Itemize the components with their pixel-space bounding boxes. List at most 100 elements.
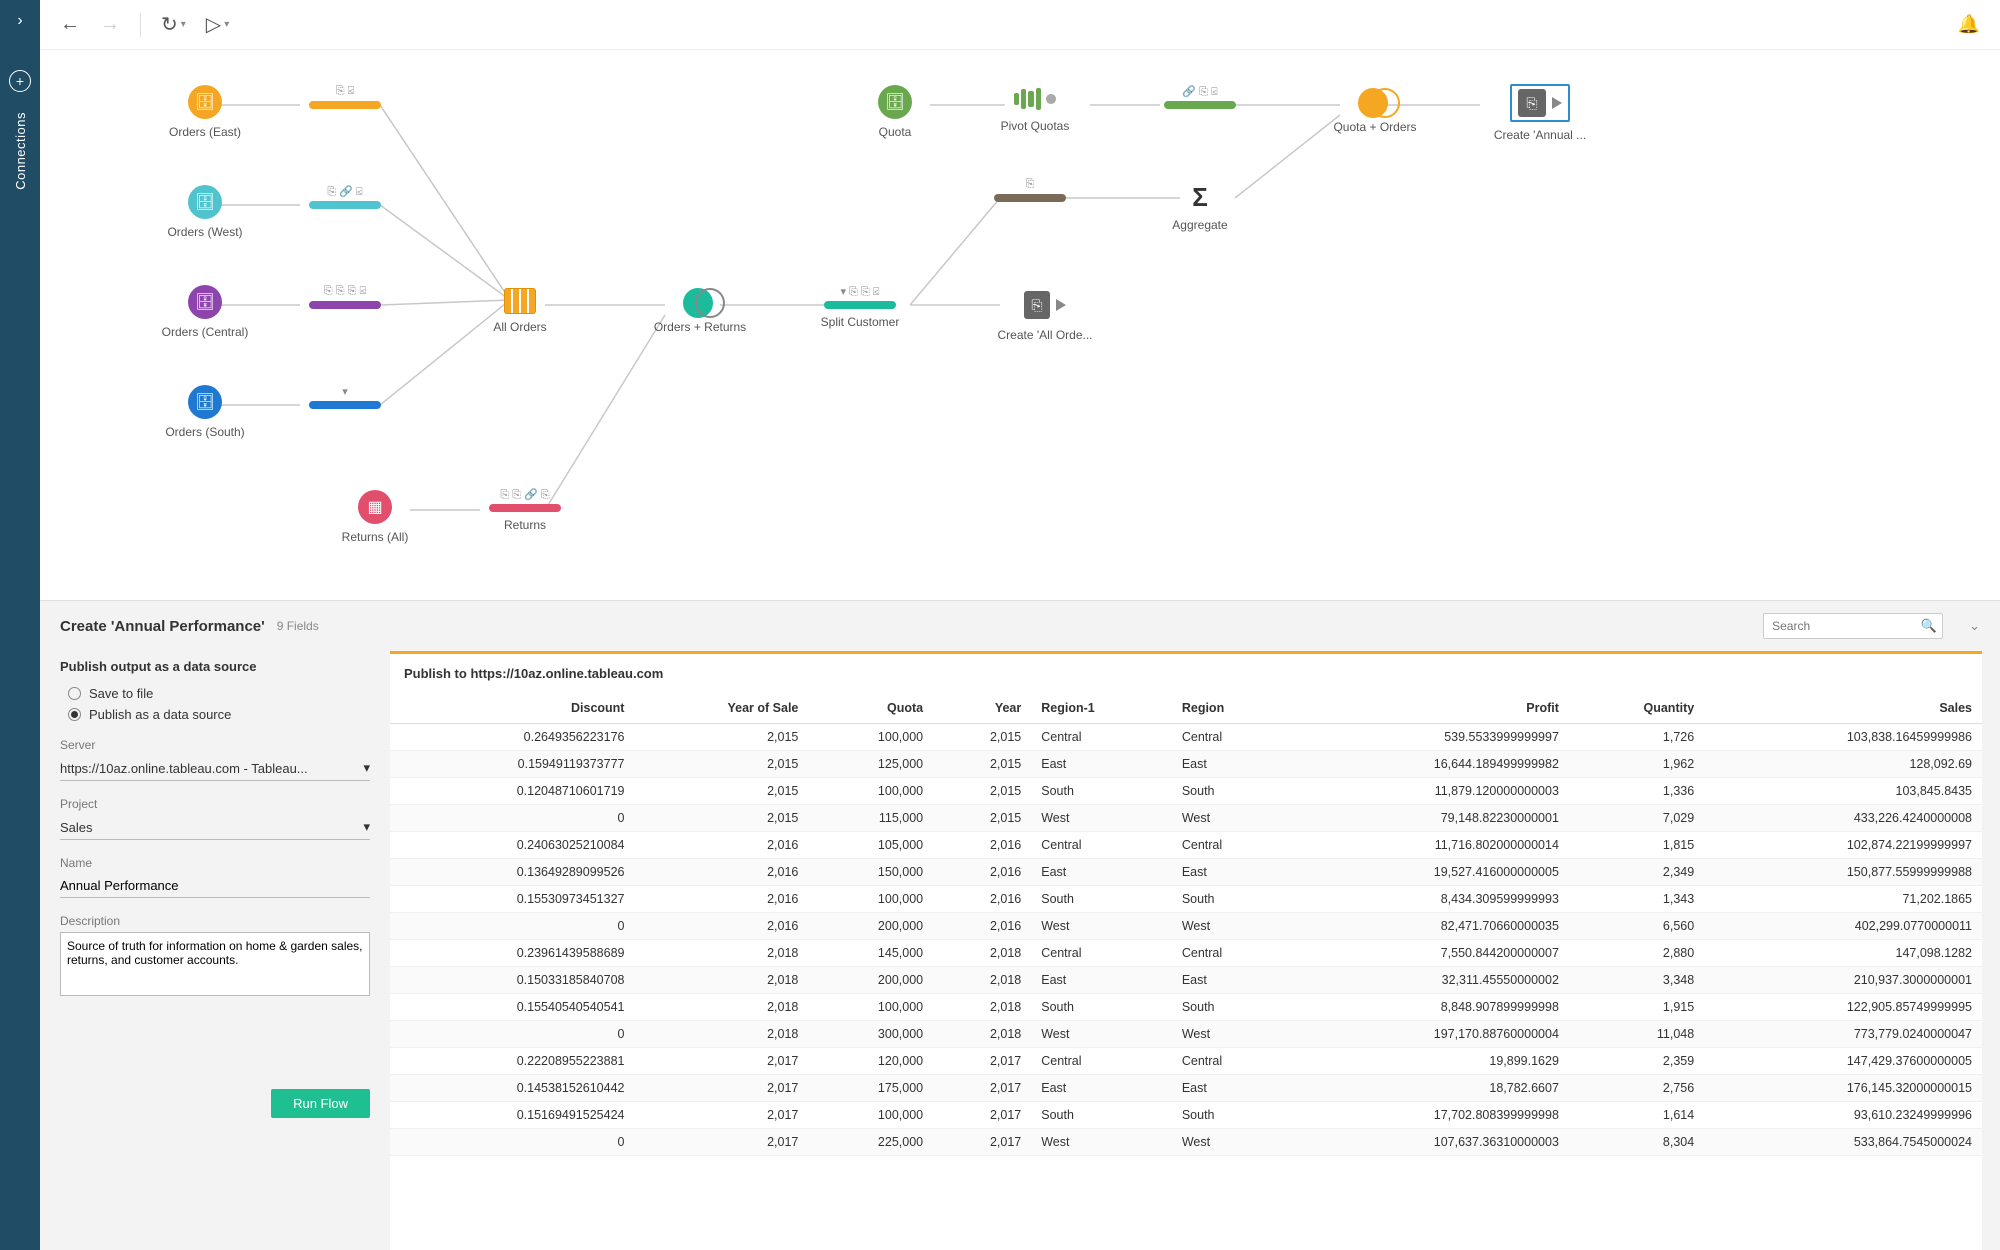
run-button[interactable]: ▷▾ bbox=[206, 12, 229, 37]
rail-label: Connections bbox=[13, 112, 28, 190]
db-icon: 🗄 bbox=[188, 85, 222, 119]
desc-label: Description bbox=[60, 914, 370, 928]
table-row[interactable]: 0.240630252100842,016105,0002,016Central… bbox=[390, 832, 1982, 859]
table-row[interactable]: 0.120487106017192,015100,0002,015SouthSo… bbox=[390, 778, 1982, 805]
node-orders-returns[interactable]: Orders + Returns bbox=[635, 288, 765, 334]
left-rail: › + Connections bbox=[0, 0, 40, 1250]
step-bar bbox=[489, 504, 561, 512]
forward-button: → bbox=[100, 13, 120, 36]
preview-table: Publish to https://10az.online.tableau.c… bbox=[390, 651, 1982, 1250]
step-orders-south[interactable]: ▾ bbox=[285, 385, 405, 415]
union-icon bbox=[504, 288, 536, 314]
grid-icon: ▦ bbox=[358, 490, 392, 524]
db-icon: 🗄 bbox=[878, 85, 912, 119]
step-bar bbox=[1164, 101, 1236, 109]
separator bbox=[140, 13, 141, 37]
col-discount[interactable]: Discount bbox=[390, 693, 634, 724]
flow-canvas[interactable]: 🗄 Orders (East) 🗄 Orders (West) 🗄 Orders… bbox=[40, 50, 2000, 600]
table-row[interactable]: 02,016200,0002,016WestWest82,471.7066000… bbox=[390, 913, 1982, 940]
col-region[interactable]: Region bbox=[1172, 693, 1291, 724]
step-orders-east[interactable]: ⎘ ⍃ bbox=[285, 85, 405, 115]
table-row[interactable]: 0.150331858407082,018200,0002,018EastEas… bbox=[390, 967, 1982, 994]
table-row[interactable]: 0.155405405405412,018100,0002,018SouthSo… bbox=[390, 994, 1982, 1021]
expand-rail-icon[interactable]: › bbox=[17, 12, 22, 30]
panel-title: Create 'Annual Performance' bbox=[60, 618, 265, 635]
step-orders-west[interactable]: ⎘ 🔗 ⍃ bbox=[285, 185, 405, 215]
project-label: Project bbox=[60, 797, 370, 811]
node-quota-orders[interactable]: Quota + Orders bbox=[1310, 88, 1440, 134]
col-sales[interactable]: Sales bbox=[1704, 693, 1982, 724]
node-aggregate[interactable]: Σ Aggregate bbox=[1145, 182, 1255, 232]
server-select[interactable]: https://10az.online.tableau.com - Tablea… bbox=[60, 756, 370, 781]
table-row[interactable]: 0.151694915254242,017100,0002,017SouthSo… bbox=[390, 1102, 1982, 1129]
node-returns-all[interactable]: ▦ Returns (All) bbox=[310, 490, 440, 544]
node-create-all-orders[interactable]: ⎘ Create 'All Orde... bbox=[980, 288, 1110, 342]
node-orders-central[interactable]: 🗄 Orders (Central) bbox=[140, 285, 270, 339]
back-button[interactable]: ← bbox=[60, 13, 80, 36]
col-region-1[interactable]: Region-1 bbox=[1031, 693, 1172, 724]
search-input[interactable] bbox=[1763, 613, 1943, 639]
bell-icon[interactable]: 🔔 bbox=[1958, 14, 1980, 35]
name-input[interactable] bbox=[60, 874, 370, 898]
project-select[interactable]: Sales▾ bbox=[60, 815, 370, 840]
name-label: Name bbox=[60, 856, 370, 870]
table-row[interactable]: 0.159491193737772,015125,0002,015EastEas… bbox=[390, 751, 1982, 778]
node-orders-east[interactable]: 🗄 Orders (East) bbox=[140, 85, 270, 139]
step-bar bbox=[309, 401, 381, 409]
col-profit[interactable]: Profit bbox=[1291, 693, 1569, 724]
col-quantity[interactable]: Quantity bbox=[1569, 693, 1704, 724]
join-icon bbox=[1358, 88, 1392, 114]
output-panel: Create 'Annual Performance' 9 Fields 🔍 ⌄… bbox=[40, 600, 2000, 1250]
add-connection-button[interactable]: + bbox=[9, 70, 31, 92]
collapse-panel-icon[interactable]: ⌄ bbox=[1969, 618, 1980, 634]
col-quota[interactable]: Quota bbox=[808, 693, 933, 724]
step-bar bbox=[994, 194, 1066, 202]
table-row[interactable]: 0.145381526104422,017175,0002,017EastEas… bbox=[390, 1075, 1982, 1102]
field-count: 9 Fields bbox=[277, 619, 319, 633]
step-preagg[interactable]: ⎘ bbox=[970, 178, 1090, 208]
join-icon bbox=[683, 288, 717, 314]
db-plus-icon: 🗄 bbox=[188, 385, 222, 419]
table-row[interactable]: 0.239614395886892,018145,0002,018Central… bbox=[390, 940, 1982, 967]
step-bar bbox=[309, 201, 381, 209]
table-row[interactable]: 0.155309734513272,016100,0002,016SouthSo… bbox=[390, 886, 1982, 913]
db-icon: 🗄 bbox=[188, 185, 222, 219]
col-year-of-sale[interactable]: Year of Sale bbox=[634, 693, 808, 724]
table-row[interactable]: 0.136492890995262,016150,0002,016EastEas… bbox=[390, 859, 1982, 886]
table-row[interactable]: 02,017225,0002,017WestWest107,637.363100… bbox=[390, 1129, 1982, 1156]
step-returns[interactable]: ⎘ ⎘ 🔗 ⎘ Returns bbox=[465, 488, 585, 532]
run-flow-button[interactable]: Run Flow bbox=[271, 1089, 370, 1118]
step-bar bbox=[309, 301, 381, 309]
toolbar: ← → ↻▾ ▷▾ 🔔 bbox=[40, 0, 2000, 50]
form-heading: Publish output as a data source bbox=[60, 659, 370, 674]
step-split-customer[interactable]: ▾ ⎘ ⎘ ⍃ Split Customer bbox=[800, 285, 920, 329]
table-row[interactable]: 0.26493562231762,015100,0002,015CentralC… bbox=[390, 724, 1982, 751]
node-pivot-quotas[interactable]: Pivot Quotas bbox=[975, 85, 1095, 133]
server-label: Server bbox=[60, 738, 370, 752]
refresh-button[interactable]: ↻▾ bbox=[161, 12, 186, 37]
output-form: Publish output as a data source Save to … bbox=[40, 651, 390, 1250]
node-orders-south[interactable]: 🗄 Orders (South) bbox=[140, 385, 270, 439]
step-quota-orders[interactable]: 🔗 ⎘ ⍃ bbox=[1140, 85, 1260, 115]
table-row[interactable]: 0.222089552238812,017120,0002,017Central… bbox=[390, 1048, 1982, 1075]
node-quota[interactable]: 🗄 Quota bbox=[840, 85, 950, 139]
publish-to-label: Publish to https://10az.online.tableau.c… bbox=[390, 654, 1982, 693]
sigma-icon: Σ bbox=[1185, 182, 1215, 212]
db-icon: 🗄 bbox=[188, 285, 222, 319]
desc-textarea[interactable]: Source of truth for information on home … bbox=[60, 932, 370, 996]
radio-publish-ds[interactable]: Publish as a data source bbox=[68, 707, 370, 722]
col-year[interactable]: Year bbox=[933, 693, 1031, 724]
table-row[interactable]: 02,018300,0002,018WestWest197,170.887600… bbox=[390, 1021, 1982, 1048]
output-icon: ⎘ bbox=[1024, 288, 1066, 322]
search-icon: 🔍 bbox=[1921, 618, 1937, 634]
step-orders-central[interactable]: ⎘ ⎘ ⎘ ⍃ bbox=[285, 285, 405, 315]
node-all-orders[interactable]: All Orders bbox=[465, 288, 575, 334]
output-selected: ⎘ bbox=[1510, 84, 1570, 122]
step-bar bbox=[824, 301, 896, 309]
node-create-annual[interactable]: ⎘ Create 'Annual ... bbox=[1470, 84, 1610, 142]
step-bar bbox=[309, 101, 381, 109]
radio-save-file[interactable]: Save to file bbox=[68, 686, 370, 701]
pivot-icon bbox=[1014, 85, 1056, 113]
node-orders-west[interactable]: 🗄 Orders (West) bbox=[140, 185, 270, 239]
table-row[interactable]: 02,015115,0002,015WestWest79,148.8223000… bbox=[390, 805, 1982, 832]
